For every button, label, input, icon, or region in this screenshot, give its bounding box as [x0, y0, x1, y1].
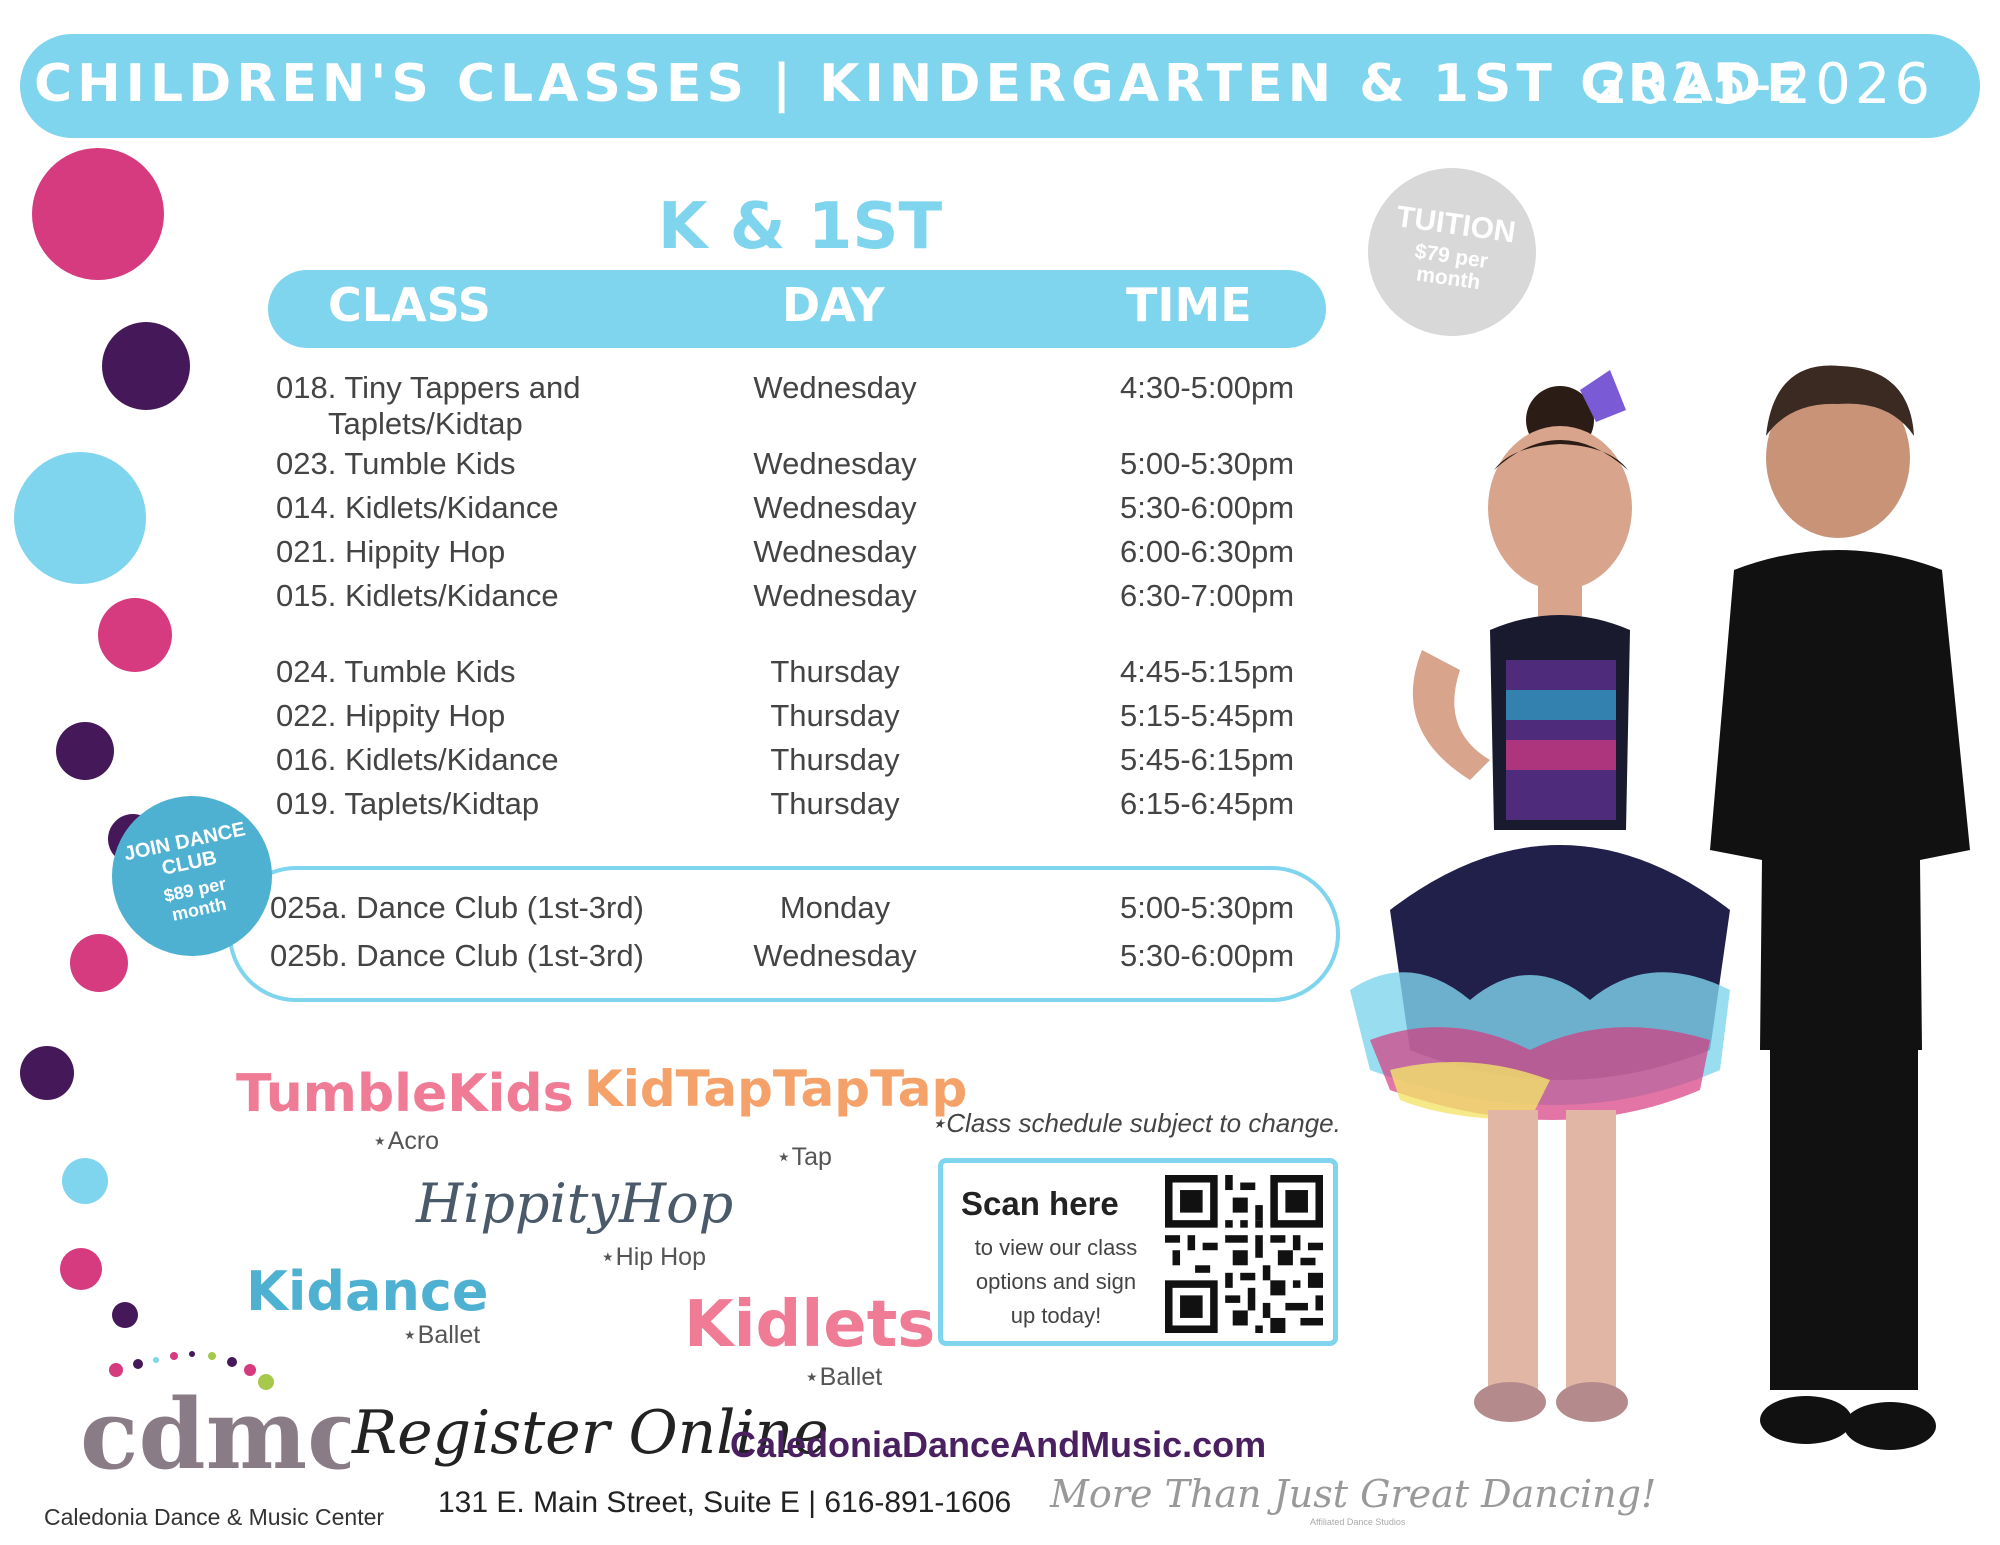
time-cell: 6:00-6:30pm — [1120, 534, 1295, 569]
day-cell: Thursday — [770, 786, 900, 821]
qr-scan-box[interactable]: Scan here to view our class options and … — [938, 1158, 1338, 1346]
time-cell: 4:30-5:00pm — [1120, 370, 1295, 405]
day-cell: Thursday — [770, 698, 900, 733]
qr-code-icon[interactable] — [1165, 1175, 1323, 1333]
header-year: 2025-2026 — [1592, 52, 1934, 117]
decorative-dot — [20, 1046, 74, 1100]
studio-name: Caledonia Dance & Music Center — [44, 1504, 385, 1530]
class-cell: 022. Hippity Hop — [276, 698, 506, 733]
day-cell: Thursday — [770, 654, 900, 689]
tuition-badge: TUITION $79 per month — [1357, 157, 1547, 347]
class-cell: 023. Tumble Kids — [276, 446, 516, 481]
time-cell: 6:30-7:00pm — [1120, 578, 1295, 613]
header-title: CHILDREN'S CLASSES | KINDERGARTEN & 1ST … — [34, 54, 1807, 114]
tap-label: ⋆Tap — [776, 1143, 832, 1171]
decorative-dot — [60, 1248, 102, 1290]
decorative-dot — [62, 1158, 108, 1204]
time-cell: 5:45-6:15pm — [1120, 742, 1295, 777]
table-row: 021. Hippity Hop Wednesday 6:00-6:30pm — [0, 534, 1400, 574]
day-cell: Monday — [779, 890, 891, 925]
scan-title: Scan here — [961, 1185, 1119, 1222]
time-cell: 5:30-6:00pm — [1120, 490, 1295, 525]
tumblekids-logo: TumbleKids — [236, 1064, 574, 1124]
class-cell: 019. Taplets/Kidtap — [276, 786, 540, 821]
kidlets-logo: Kidlets — [684, 1288, 936, 1362]
class-cell: 021. Hippity Hop — [276, 534, 506, 569]
column-header-class: CLASS — [328, 278, 491, 332]
time-cell: 5:30-6:00pm — [1120, 938, 1295, 973]
tuition-badge-price: $79 per month — [1413, 239, 1490, 295]
time-cell: 6:15-6:45pm — [1120, 786, 1295, 821]
table-row: 023. Tumble Kids Wednesday 5:00-5:30pm — [0, 446, 1400, 486]
day-cell: Wednesday — [753, 578, 917, 613]
table-row: 014. Kidlets/Kidance Wednesday 5:30-6:00… — [0, 490, 1400, 530]
class-cell: 015. Kidlets/Kidance — [276, 578, 559, 613]
column-header-day: DAY — [782, 278, 885, 332]
website-link[interactable]: CaledoniaDanceAndMusic.com — [730, 1424, 1266, 1466]
ballet-label: ⋆Ballet — [804, 1363, 883, 1391]
table-row: 018. Tiny Tappers and Taplets/Kidtap Wedn… — [0, 370, 1400, 441]
class-cell: 025a. Dance Club (1st-3rd) — [270, 890, 644, 925]
time-cell: 5:15-5:45pm — [1120, 698, 1295, 733]
studio-tagline: More Than Just Great Dancing! — [1050, 1472, 1657, 1516]
time-cell: 5:00-5:30pm — [1120, 890, 1295, 925]
table-row: 022. Hippity Hop Thursday 5:15-5:45pm — [0, 698, 1400, 738]
dance-club-box — [228, 866, 1340, 1002]
day-cell: Wednesday — [753, 446, 917, 481]
table-row: 016. Kidlets/Kidance Thursday 5:45-6:15p… — [0, 742, 1400, 782]
day-cell: Wednesday — [753, 534, 917, 569]
decorative-dot — [112, 1302, 138, 1328]
studio-address: 131 E. Main Street, Suite E | 616-891-16… — [438, 1486, 1012, 1519]
schedule-disclaimer: ⋆Class schedule subject to change. — [930, 1108, 1341, 1138]
day-cell: Wednesday — [753, 490, 917, 525]
affiliation-text: Affiliated Dance Studios — [1310, 1517, 1406, 1527]
children-dancers-photo — [1350, 365, 1970, 1450]
class-cell: 016. Kidlets/Kidance — [276, 742, 559, 777]
day-cell: Thursday — [770, 742, 900, 777]
class-cell: 024. Tumble Kids — [276, 654, 516, 689]
column-header-time: TIME — [1126, 278, 1252, 332]
hip-hop-label: ⋆Hip Hop — [600, 1243, 706, 1271]
time-cell: 5:00-5:30pm — [1120, 446, 1295, 481]
kidance-logo: Kidance — [246, 1260, 489, 1323]
studio-logo-text: cdmc — [80, 1378, 350, 1490]
hippityhop-logo: HippityHop — [416, 1172, 734, 1235]
studio-logo-icon: cdmc — [80, 1351, 350, 1490]
class-cell: 014. Kidlets/Kidance — [276, 490, 559, 525]
time-cell: 4:45-5:15pm — [1120, 654, 1295, 689]
class-cell: 018. Tiny Tappers and Taplets/Kidtap — [276, 370, 581, 441]
day-cell: Wednesday — [753, 938, 917, 973]
class-cell: 025b. Dance Club (1st-3rd) — [270, 938, 644, 973]
table-row: 024. Tumble Kids Thursday 4:45-5:15pm — [0, 654, 1400, 694]
ballet-label: ⋆Ballet — [402, 1321, 481, 1349]
acro-label: ⋆Acro — [372, 1127, 440, 1155]
scan-instructions: to view our class options and sign up to… — [974, 1235, 1138, 1328]
day-cell: Wednesday — [753, 370, 917, 405]
kidtaptaptap-logo: KidTapTapTap — [584, 1060, 968, 1118]
table-row: 015. Kidlets/Kidance Wednesday 6:30-7:00… — [0, 578, 1400, 618]
decorative-dot — [32, 148, 164, 280]
